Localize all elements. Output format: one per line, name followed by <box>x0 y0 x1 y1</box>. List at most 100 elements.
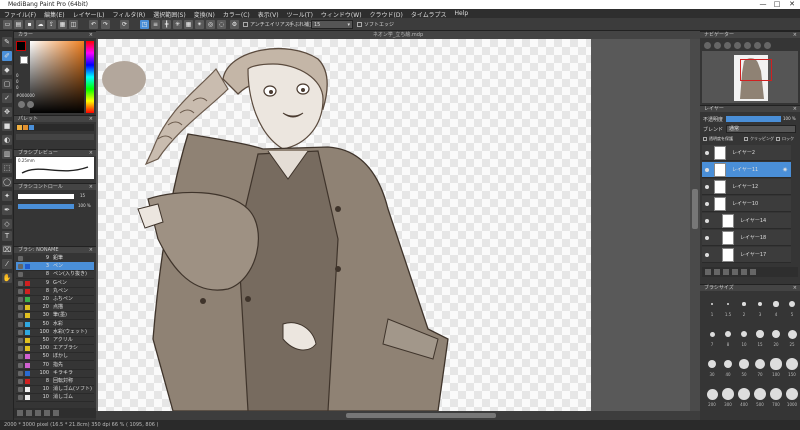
close-icon[interactable]: × <box>793 285 797 292</box>
brush-size-dot[interactable] <box>738 388 750 400</box>
dot-icon[interactable]: ▢ <box>2 79 12 89</box>
brush-size-dot[interactable] <box>770 358 782 370</box>
brush-visibility-icon[interactable] <box>18 297 23 302</box>
brush-size-dot[interactable] <box>722 388 734 400</box>
menu-file[interactable]: ファイル(F) <box>0 9 40 19</box>
close-button[interactable]: ✕ <box>785 0 799 9</box>
layer-row[interactable]: レイヤー10 <box>702 196 791 212</box>
brush-size-dot[interactable] <box>754 388 766 400</box>
snap-parallel-icon[interactable]: ≡ <box>151 20 160 29</box>
flip-icon[interactable] <box>764 42 771 49</box>
stabilizer-select[interactable]: 15 ▾ <box>311 20 353 29</box>
zoom-out-icon[interactable] <box>714 42 721 49</box>
navigator-preview[interactable] <box>702 51 798 103</box>
eye-icon[interactable] <box>705 185 709 189</box>
lock-checkbox[interactable] <box>776 137 780 141</box>
fill-icon[interactable]: ◐ <box>2 135 12 145</box>
vertical-scrollbar[interactable] <box>690 39 700 411</box>
select-icon[interactable]: ⬚ <box>2 163 12 173</box>
foreground-color[interactable] <box>16 41 26 51</box>
brush-size-dot[interactable] <box>786 388 798 400</box>
brush-settings-icon[interactable] <box>35 410 41 416</box>
eye-icon[interactable] <box>705 236 709 240</box>
brush-visibility-icon[interactable] <box>18 354 23 360</box>
snap-radial-icon[interactable]: ✴ <box>195 20 204 29</box>
brush-size-dot[interactable] <box>742 302 746 306</box>
brush-size-dot[interactable] <box>754 358 766 370</box>
horizontal-scrollbar[interactable] <box>96 411 700 420</box>
settings-gear-icon[interactable]: ⚙ <box>230 20 239 29</box>
maximize-button[interactable]: □ <box>770 0 784 9</box>
hue-slider[interactable] <box>86 41 94 113</box>
brush-visibility-icon[interactable] <box>18 370 23 376</box>
document-tab[interactable]: ネオン学_立ち絵.mdp <box>96 31 700 39</box>
grid-icon[interactable]: ▦ <box>58 20 67 29</box>
close-icon[interactable]: × <box>89 184 93 191</box>
brush-size-dot[interactable] <box>708 360 716 368</box>
menu-transform[interactable]: 変換(N) <box>190 9 219 19</box>
brush-visibility-icon[interactable] <box>18 264 23 270</box>
brush-visibility-icon[interactable] <box>18 329 23 335</box>
close-icon[interactable]: × <box>793 106 797 113</box>
antialias-checkbox[interactable] <box>243 22 248 27</box>
menu-help[interactable]: Help <box>450 9 472 18</box>
brush-visibility-icon[interactable] <box>18 305 23 311</box>
lasso-icon[interactable]: ◯ <box>2 177 12 187</box>
snap-icon[interactable]: ◫ <box>69 20 78 29</box>
drawing-canvas[interactable] <box>98 39 591 411</box>
close-icon[interactable]: × <box>89 247 93 254</box>
menu-layer[interactable]: レイヤー(L) <box>69 9 109 19</box>
rotate-icon[interactable]: ⟳ <box>120 20 129 29</box>
hand-icon[interactable]: ✋ <box>2 273 12 283</box>
rect-icon[interactable]: ■ <box>2 121 12 131</box>
snap-off-icon[interactable]: ◳ <box>140 20 149 29</box>
menu-select[interactable]: 選択範囲(S) <box>149 9 190 19</box>
color-picker-square[interactable] <box>30 41 84 113</box>
color-wheel-icon[interactable] <box>18 101 25 108</box>
delete-brush-icon[interactable] <box>53 410 59 416</box>
gear-icon[interactable]: ✷ <box>782 162 788 178</box>
color-mode-icon[interactable] <box>27 101 34 108</box>
palette-swatch[interactable] <box>29 125 34 130</box>
brush-visibility-icon[interactable] <box>18 379 23 384</box>
brush-visibility-icon[interactable] <box>18 387 23 393</box>
snap-grid-icon[interactable]: ▦ <box>184 20 193 29</box>
horizontal-scroll-thumb[interactable] <box>346 413 496 418</box>
move-icon[interactable]: ✥ <box>2 107 12 117</box>
save-icon[interactable]: ▪ <box>25 20 34 29</box>
brush-size-slider[interactable] <box>18 194 74 199</box>
rotate-right-icon[interactable] <box>754 42 761 49</box>
pen-icon[interactable]: ✎ <box>2 37 12 47</box>
brush-size-dot[interactable] <box>771 329 781 339</box>
brush-visibility-icon[interactable] <box>18 346 23 352</box>
menu-filter[interactable]: フィルタ(R) <box>108 9 149 19</box>
brush-visibility-icon[interactable] <box>18 256 23 261</box>
redo-icon[interactable]: ↷ <box>101 20 110 29</box>
brush-size-dot[interactable] <box>725 331 731 337</box>
brush-size-dot[interactable] <box>787 329 797 339</box>
brush-size-dot[interactable] <box>740 330 748 338</box>
add-brush-icon[interactable] <box>17 410 23 416</box>
gradient-icon[interactable]: ▥ <box>2 149 12 159</box>
check-icon[interactable]: ✓ <box>2 93 12 103</box>
menu-tool[interactable]: ツール(T) <box>283 9 317 19</box>
brush-icon[interactable]: ✐ <box>2 51 12 61</box>
folder-icon[interactable] <box>732 269 738 275</box>
open-file-icon[interactable]: ▤ <box>14 20 23 29</box>
close-icon[interactable]: × <box>89 116 93 123</box>
select-eraser-icon[interactable]: ◇ <box>2 219 12 229</box>
navigator-viewport-box[interactable] <box>740 59 772 81</box>
divide-icon[interactable]: ⌧ <box>2 245 12 255</box>
minimize-button[interactable]: — <box>756 0 770 9</box>
select-pen-icon[interactable]: ✒ <box>2 205 12 215</box>
brush-size-dot[interactable] <box>789 301 795 307</box>
close-icon[interactable]: × <box>793 32 797 39</box>
brush-size-dot[interactable] <box>726 302 730 306</box>
text-icon[interactable]: T <box>2 231 12 241</box>
brush-size-dot[interactable] <box>739 359 749 369</box>
magic-wand-icon[interactable]: ✦ <box>2 191 12 201</box>
eye-icon[interactable] <box>705 168 709 172</box>
palette-swatch[interactable] <box>17 125 22 130</box>
layer-row[interactable]: レイヤー17 <box>702 247 791 263</box>
eye-icon[interactable] <box>705 202 709 206</box>
